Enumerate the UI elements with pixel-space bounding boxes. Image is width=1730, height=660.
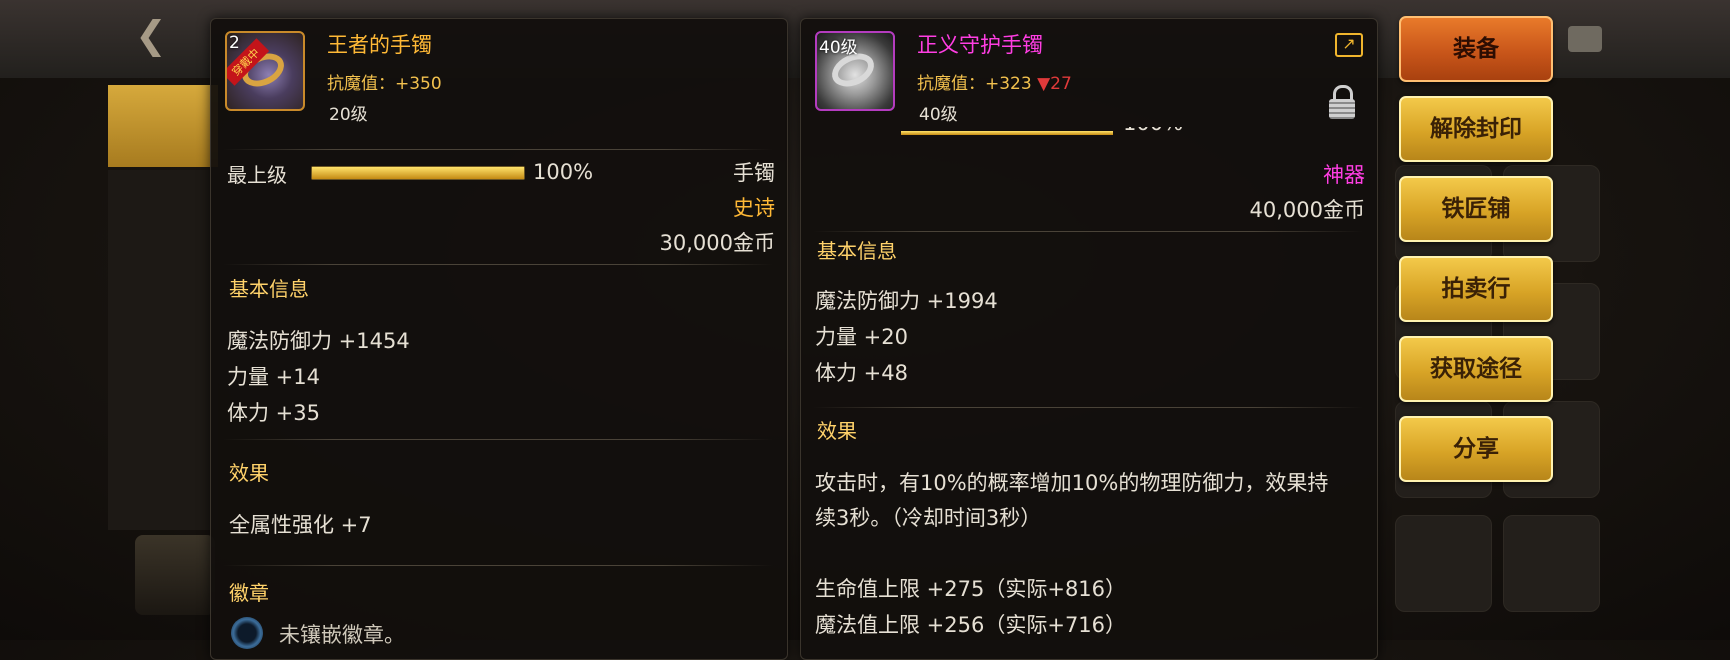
grade-bar [311,166,525,180]
lock-icon[interactable] [1329,85,1355,119]
grade-percent-partial: 100% [1123,127,1203,135]
chat-icon[interactable] [1568,26,1602,52]
stat-line: 生命值上限 +275（实际+816） [815,577,1127,601]
icon-level-tag: 40级 [819,38,858,58]
stat-line: 体力 +48 [815,361,908,385]
back-arrow-icon[interactable]: ❮ [135,14,185,56]
share-icon[interactable]: ↗ [1335,33,1363,57]
item-rarity: 史诗 [733,196,775,220]
item-name: 王者的手镯 [327,33,432,57]
divider [223,565,773,566]
grade-bar-fill [312,167,524,179]
effect-text-line: 续3秒。（冷却时间3秒） [815,506,1042,530]
share-button[interactable]: 分享 [1399,416,1553,482]
background-side-menu [108,170,218,530]
stat-line: 力量 +14 [227,365,320,389]
item-level: 40级 [919,105,958,125]
equip-button[interactable]: 装备 [1399,16,1553,82]
effect-title: 效果 [817,419,857,443]
effect-text: 全属性强化 +7 [229,513,372,537]
stat-line: 力量 +20 [815,325,908,349]
item-name: 正义守护手镯 [917,33,1043,57]
effect-text-line: 攻击时，有10%的概率增加10%的物理防御力，效果持 [815,471,1329,495]
auction-house-button[interactable]: 拍卖行 [1399,256,1553,322]
inventory-cell [1503,515,1600,612]
divider [813,231,1363,232]
icon-level-tag: 2 [229,33,240,53]
background-item-slot [135,535,215,615]
grade-bar-fill [901,131,1113,135]
item-price: 40,000金币 [1249,198,1365,222]
badge-slot-icon [231,617,263,649]
effect-title: 效果 [229,461,269,485]
basic-info-title: 基本信息 [229,277,309,301]
inventory-cell [1395,515,1492,612]
item-rarity: 神器 [1323,163,1365,187]
stat-line: 魔法防御力 +1454 [227,329,410,353]
stat-line: 魔法防御力 +1994 [815,289,998,313]
basic-info-title: 基本信息 [817,239,897,263]
acquire-source-button[interactable]: 获取途径 [1399,336,1553,402]
magic-resist-value: 抗魔值：+323 ▼27 [917,69,1072,94]
magic-resist-value: 抗魔值：+350 [327,74,442,94]
divider [223,264,773,265]
divider [223,149,773,150]
magic-resist-text: 抗魔值：+323 [917,74,1032,94]
grade-percent: 100% [533,160,594,184]
grade-label: 最上级 [227,163,287,187]
background-active-tab [108,85,218,167]
equipped-item-tooltip: 穿戴中 2 王者的手镯 抗魔值：+350 20级 最上级 100% 手镯 史诗 … [210,18,788,660]
item-price: 30,000金币 [659,231,775,255]
divider [813,407,1363,408]
compare-item-tooltip: 40级 正义守护手镯 抗魔值：+323 ▼27 40级 ↗ 100% 神器 40… [800,18,1378,660]
stat-line: 魔法值上限 +256（实际+716） [815,613,1127,637]
badge-title: 徽章 [229,581,269,605]
blacksmith-button[interactable]: 铁匠铺 [1399,176,1553,242]
grade-percent-partial-clip: 100% [1123,127,1203,139]
badge-text: 未镶嵌徽章。 [279,623,405,647]
item-icon: 穿戴中 2 [225,31,305,111]
unseal-button[interactable]: 解除封印 [1399,96,1553,162]
item-level: 20级 [329,105,368,125]
divider [223,439,773,440]
stat-line: 体力 +35 [227,401,320,425]
magic-resist-diff: ▼27 [1037,74,1072,94]
grade-bar-partial [901,131,1113,135]
lock-body [1329,99,1355,119]
item-type: 手镯 [733,161,775,185]
item-icon: 40级 [815,31,895,111]
